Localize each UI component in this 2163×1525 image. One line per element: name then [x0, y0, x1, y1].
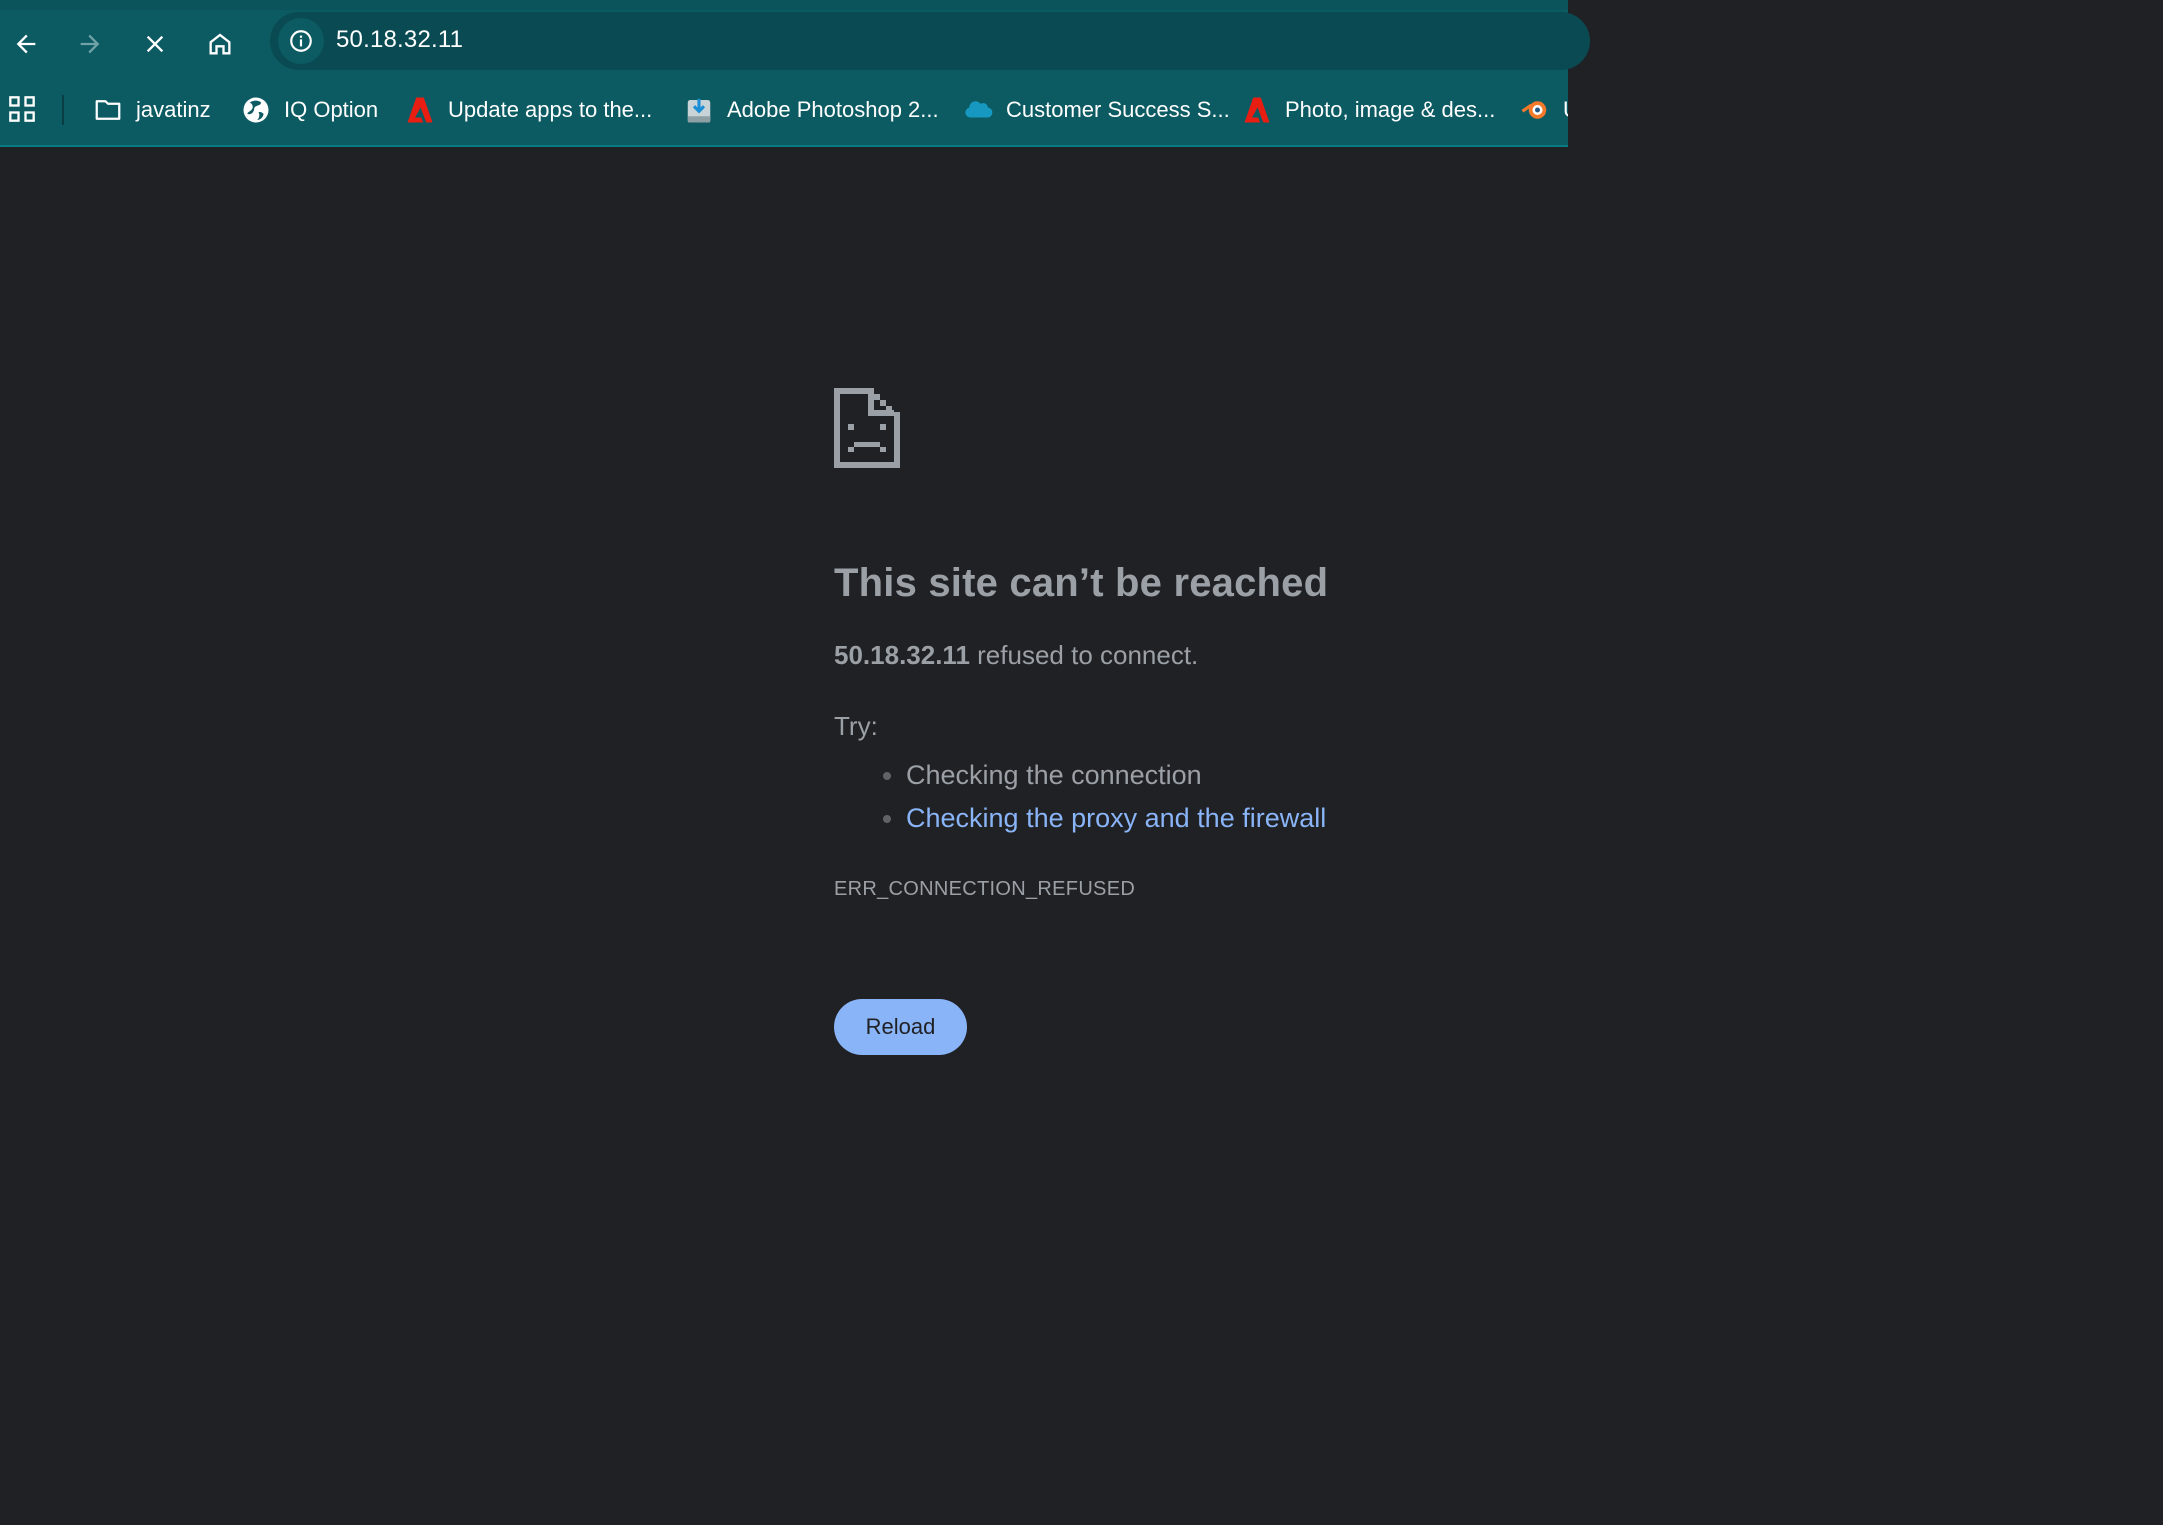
arrow-left-icon — [16, 34, 36, 54]
bookmark-photo-image-design[interactable]: Photo, image & des... — [1242, 93, 1495, 127]
bookmarks-bar: javatinz IQ Option Update apps to the...… — [0, 73, 1568, 147]
site-info-button[interactable] — [278, 18, 324, 64]
adobe-icon — [1242, 95, 1272, 125]
try-label: Try: — [834, 711, 878, 741]
reload-button[interactable]: Reload — [834, 999, 967, 1055]
sad-page-icon — [834, 388, 900, 468]
error-description: 50.18.32.11 refused to connect. — [834, 640, 1554, 671]
suggestions-list: Checking the connection Checking the pro… — [834, 754, 1554, 840]
url-text[interactable]: 50.18.32.11 — [336, 26, 463, 54]
bookmark-javatinz[interactable]: javatinz — [93, 93, 211, 127]
home-icon — [209, 33, 231, 55]
blender-icon — [1520, 95, 1550, 125]
bookmark-label: IQ Option — [284, 97, 379, 122]
home-button[interactable] — [198, 22, 242, 66]
stop-loading-button[interactable] — [133, 22, 177, 66]
bookmark-label: Customer Success S... — [1006, 97, 1230, 122]
forward-button[interactable] — [68, 22, 112, 66]
error-host: 50.18.32.11 — [834, 640, 970, 670]
suggestion-check-proxy-firewall[interactable]: Checking the proxy and the firewall — [906, 797, 1554, 840]
address-bar[interactable]: 50.18.32.11 — [270, 12, 1590, 70]
adobe-icon — [405, 95, 435, 125]
apps-grid-icon[interactable] — [8, 95, 36, 123]
download-icon — [684, 95, 714, 125]
salesforce-cloud-icon — [963, 95, 993, 125]
close-icon — [146, 35, 164, 53]
suggestion-check-connection: Checking the connection — [906, 754, 1554, 797]
bookmark-label: javatinz — [136, 97, 211, 122]
bookmark-blender[interactable]: U — [1520, 93, 1568, 127]
info-icon — [290, 30, 312, 52]
bookmark-iq-option[interactable]: IQ Option — [241, 93, 378, 127]
error-title: This site can’t be reached — [834, 561, 1329, 605]
bookmark-label: U — [1563, 97, 1568, 123]
error-code: ERR_CONNECTION_REFUSED — [834, 878, 1136, 900]
error-page: This site can’t be reached 50.18.32.11 r… — [834, 388, 1554, 901]
bookmark-customer-success[interactable]: Customer Success S... — [963, 93, 1230, 127]
bookmark-update-apps[interactable]: Update apps to the... — [405, 93, 652, 127]
folder-icon — [93, 95, 123, 125]
globe-icon — [241, 95, 271, 125]
proxy-firewall-link[interactable]: Checking the proxy and the firewall — [906, 803, 1326, 833]
browser-toolbar: 50.18.32.11 — [0, 0, 1590, 73]
bookmark-label: Update apps to the... — [448, 97, 653, 122]
arrow-right-icon — [80, 34, 100, 54]
bookmark-adobe-photoshop[interactable]: Adobe Photoshop 2... — [684, 93, 939, 127]
error-desc-text: refused to connect. — [969, 640, 1199, 670]
back-button[interactable] — [4, 22, 48, 66]
bookmark-label: Photo, image & des... — [1285, 97, 1496, 122]
suggestion-text: Checking the connection — [906, 760, 1202, 790]
bookmark-label: Adobe Photoshop 2... — [727, 97, 939, 122]
bookmarks-separator — [62, 95, 64, 125]
